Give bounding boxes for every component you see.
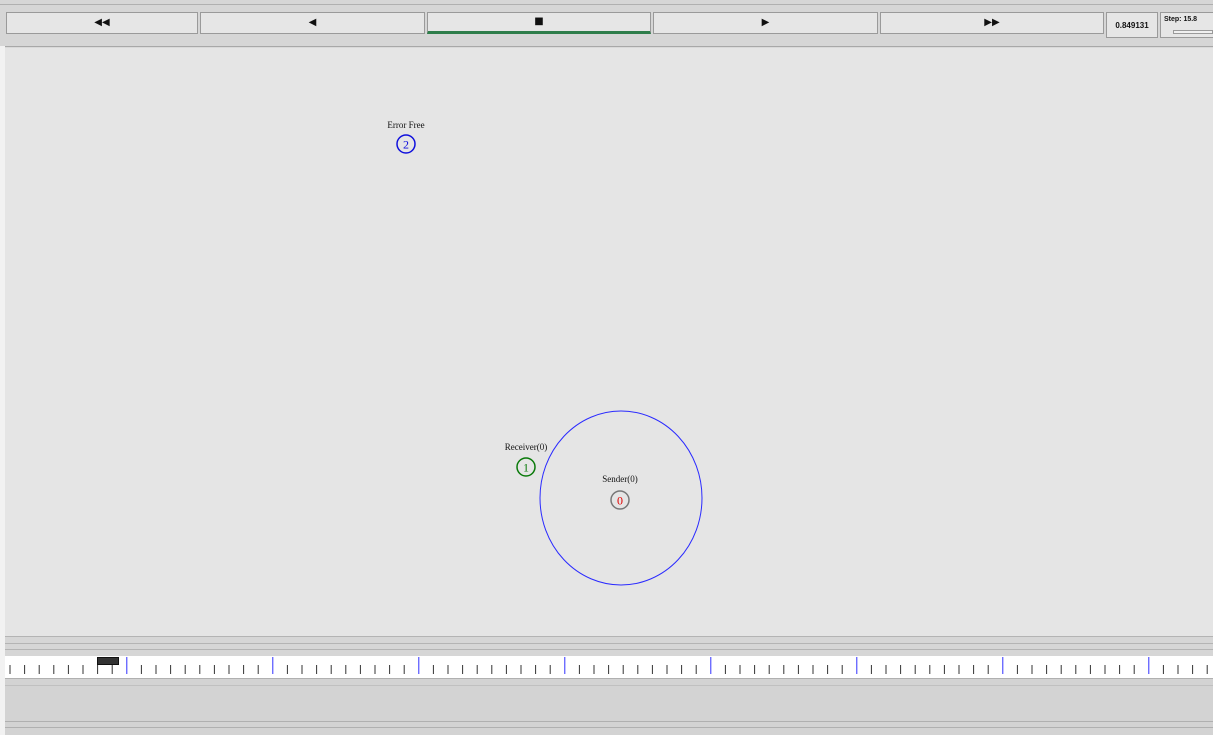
network-drawing: Error Free 2 Receiver(0) 1 Sender(0) 0 bbox=[387, 120, 703, 586]
playback-toolbar: ◀◀ ◀ ■ ▶ ▶▶ 0.849131 Step: 15.8 bbox=[0, 0, 1213, 47]
node-0[interactable]: Sender(0) 0 bbox=[602, 474, 638, 510]
node-2-id: 2 bbox=[403, 138, 409, 152]
timeline-position-marker[interactable] bbox=[97, 657, 119, 665]
nam-animator-window: ◀◀ ◀ ■ ▶ ▶▶ 0.849131 Step: 15.8 Error Fr… bbox=[0, 0, 1213, 735]
play-forward-icon: ▶ bbox=[761, 17, 770, 28]
node-1[interactable]: Receiver(0) 1 bbox=[505, 442, 547, 477]
fast-rewind-icon: ◀◀ bbox=[94, 17, 110, 28]
node-0-label: Sender(0) bbox=[602, 474, 638, 484]
timeline-ticks bbox=[9, 657, 1208, 674]
node-2-label: Error Free bbox=[387, 120, 424, 130]
timeline-ruler[interactable] bbox=[5, 656, 1213, 678]
fast-forward-button[interactable]: ▶▶ bbox=[880, 12, 1104, 34]
play-backward-icon: ◀ bbox=[308, 17, 317, 28]
network-canvas[interactable]: Error Free 2 Receiver(0) 1 Sender(0) 0 bbox=[5, 48, 1213, 636]
stop-button[interactable]: ■ bbox=[427, 12, 651, 34]
simulation-time-readout: 0.849131 bbox=[1106, 12, 1158, 38]
node-1-id: 1 bbox=[523, 461, 529, 475]
timeline-separator bbox=[5, 636, 1213, 657]
toolbar-top-line bbox=[0, 4, 1213, 5]
fast-forward-icon: ▶▶ bbox=[984, 17, 1000, 28]
step-back-button[interactable]: ◀ bbox=[200, 12, 425, 34]
node-1-label: Receiver(0) bbox=[505, 442, 547, 452]
step-slider[interactable] bbox=[1173, 30, 1213, 34]
play-button[interactable]: ▶ bbox=[653, 12, 878, 34]
step-label: Step: 15.8 bbox=[1164, 16, 1198, 23]
monitor-panel bbox=[5, 678, 1213, 735]
node-0-id: 0 bbox=[617, 494, 623, 508]
step-control: Step: 15.8 bbox=[1160, 12, 1213, 38]
rewind-button[interactable]: ◀◀ bbox=[6, 12, 198, 34]
node-2[interactable]: Error Free 2 bbox=[387, 120, 425, 154]
stop-icon: ■ bbox=[534, 16, 544, 27]
